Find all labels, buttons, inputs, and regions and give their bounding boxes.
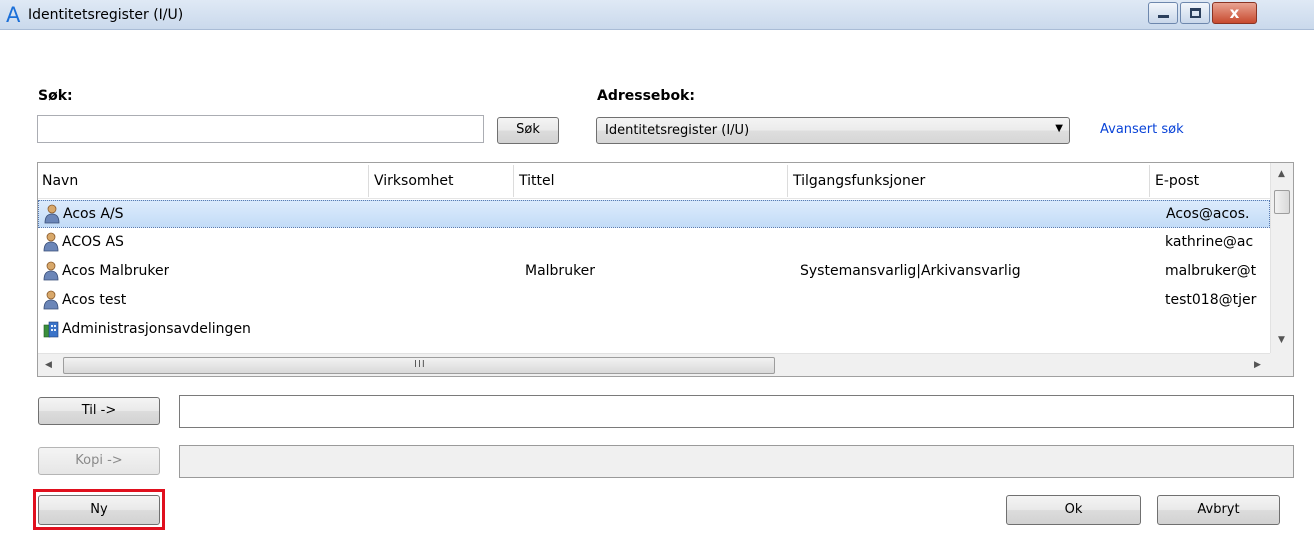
scroll-grip-icon: III — [414, 359, 426, 370]
cell-name: Acos Malbruker — [62, 263, 170, 279]
copy-button[interactable]: Kopi -> — [38, 447, 160, 475]
to-button[interactable]: Til -> — [38, 397, 160, 425]
list-item[interactable]: Acos Malbruker Malbruker Systemansvarlig… — [38, 258, 1270, 286]
scroll-up-icon[interactable]: ▲ — [1278, 169, 1285, 179]
cell-email: malbruker@t — [1165, 263, 1257, 279]
minimize-icon — [1158, 15, 1169, 18]
vertical-scroll-thumb[interactable] — [1274, 190, 1290, 214]
column-header-title[interactable]: Tittel — [519, 173, 555, 189]
copy-field — [179, 445, 1294, 478]
advanced-search-link[interactable]: Avansert søk — [1100, 122, 1184, 137]
horizontal-scroll-thumb[interactable]: III — [63, 357, 775, 374]
to-field[interactable] — [179, 395, 1294, 428]
minimize-button[interactable] — [1148, 2, 1178, 24]
cell-title: Malbruker — [525, 263, 596, 279]
scroll-right-icon[interactable]: ▶ — [1254, 360, 1261, 370]
close-icon: x — [1229, 4, 1240, 22]
horizontal-scrollbar[interactable]: ◀ III ▶ — [38, 353, 1270, 376]
title-bar: A Identitetsregister (I/U) x — [0, 0, 1314, 30]
search-button[interactable]: Søk — [497, 117, 559, 144]
list-header: Navn Virksomhet Tittel Tilgangsfunksjone… — [38, 163, 1270, 199]
person-icon — [43, 232, 59, 252]
addressbook-select[interactable]: Identitetsregister (I/U) ▼ — [596, 117, 1070, 144]
identity-list[interactable]: Navn Virksomhet Tittel Tilgangsfunksjone… — [37, 162, 1294, 377]
maximize-icon — [1190, 8, 1201, 18]
column-separator[interactable] — [1149, 165, 1150, 197]
cell-email: Acos@acos. — [1166, 206, 1250, 222]
addressbook-selected-value: Identitetsregister (I/U) — [605, 123, 750, 138]
list-item[interactable]: ACOS AS kathrine@ac — [38, 229, 1270, 257]
dropdown-arrow-icon: ▼ — [1055, 123, 1063, 134]
vertical-scrollbar[interactable]: ▲ ▼ — [1270, 163, 1293, 353]
cell-name: Acos A/S — [63, 206, 124, 222]
list-item[interactable]: Administrasjonsavdelingen — [38, 316, 1270, 344]
close-button[interactable]: x — [1212, 2, 1257, 24]
column-header-name[interactable]: Navn — [42, 173, 78, 189]
person-icon — [43, 261, 59, 281]
scrollbar-corner — [1270, 353, 1293, 376]
ok-button[interactable]: Ok — [1006, 495, 1141, 525]
cell-email: kathrine@ac — [1165, 234, 1254, 250]
column-header-company[interactable]: Virksomhet — [374, 173, 454, 189]
cell-name: Administrasjonsavdelingen — [62, 321, 251, 337]
person-icon — [44, 204, 60, 224]
column-separator[interactable] — [787, 165, 788, 197]
cell-name: Acos test — [62, 292, 127, 308]
cell-access-functions: Systemansvarlig|Arkivansvarlig — [800, 263, 1021, 279]
search-input[interactable] — [37, 115, 484, 143]
column-header-access-functions[interactable]: Tilgangsfunksjoner — [793, 173, 925, 189]
person-icon — [43, 290, 59, 310]
addressbook-label: Adressebok: — [597, 88, 695, 104]
list-item[interactable]: Acos test test018@tjer — [38, 287, 1270, 315]
column-separator[interactable] — [368, 165, 369, 197]
maximize-button[interactable] — [1180, 2, 1210, 24]
department-icon — [43, 321, 59, 338]
cancel-button[interactable]: Avbryt — [1157, 495, 1280, 525]
app-logo-icon: A — [6, 3, 21, 27]
cell-email: test018@tjer — [1165, 292, 1257, 308]
column-header-email[interactable]: E-post — [1155, 173, 1199, 189]
highlight-annotation — [33, 489, 165, 530]
scroll-left-icon[interactable]: ◀ — [45, 360, 52, 370]
column-separator[interactable] — [513, 165, 514, 197]
list-item[interactable]: Acos A/S Acos@acos. — [38, 200, 1270, 228]
window-title: Identitetsregister (I/U) — [28, 7, 184, 23]
scroll-down-icon[interactable]: ▼ — [1278, 335, 1285, 345]
cell-name: ACOS AS — [62, 234, 124, 250]
search-label: Søk: — [38, 88, 73, 104]
